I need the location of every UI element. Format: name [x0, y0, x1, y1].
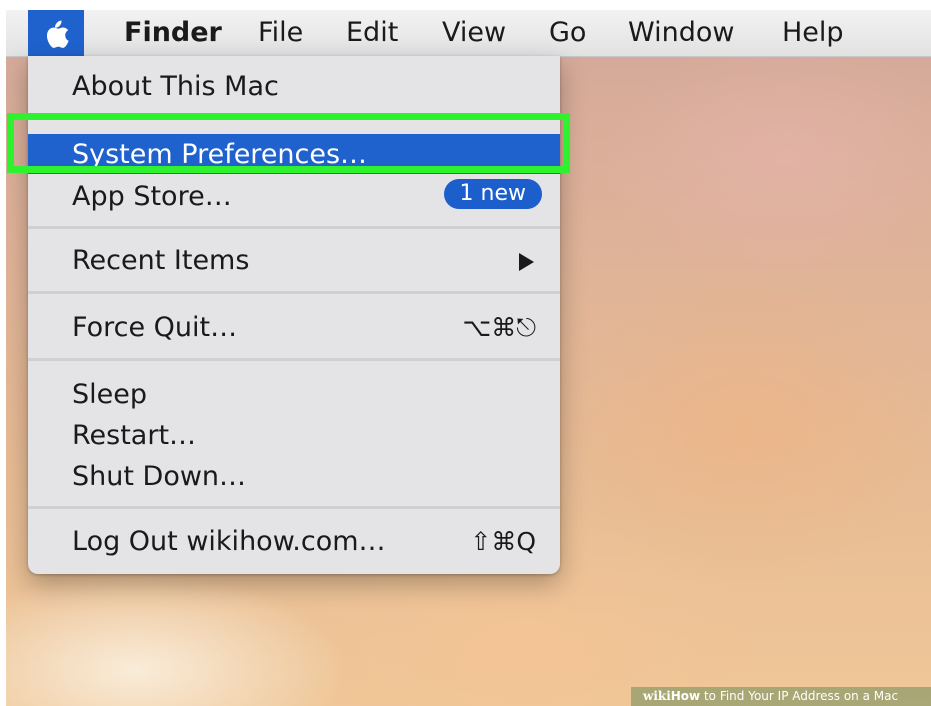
- apple-menu-button[interactable]: [28, 10, 84, 56]
- menu-item-about-this-mac[interactable]: About This Mac: [28, 66, 560, 106]
- menu-item-label: Sleep: [72, 379, 148, 410]
- menubar-go[interactable]: Go: [549, 17, 586, 48]
- menu-item-label: Shut Down…: [72, 461, 247, 492]
- menubar-edit[interactable]: Edit: [346, 17, 398, 48]
- menu-item-log-out[interactable]: Log Out wikihow.com… ⇧⌘Q: [28, 521, 560, 561]
- menu-separator: [28, 117, 560, 120]
- menu-item-sleep[interactable]: Sleep: [28, 374, 560, 414]
- menu-separator: [28, 358, 560, 361]
- apple-menu-dropdown: About This Mac System Preferences… App S…: [28, 56, 560, 574]
- menu-separator: [28, 291, 560, 294]
- menu-item-label: App Store…: [72, 181, 232, 212]
- screenshot-frame: Finder File Edit View Go Window Help Abo…: [6, 10, 931, 706]
- keyboard-shortcut: ⇧⌘Q: [470, 527, 536, 556]
- update-count-badge: 1 new: [443, 179, 542, 209]
- menu-separator: [28, 506, 560, 509]
- menu-item-label: System Preferences…: [72, 139, 368, 170]
- menu-item-system-preferences[interactable]: System Preferences…: [28, 134, 560, 174]
- menu-separator: [28, 226, 560, 229]
- watermark-wiki: wiki: [643, 689, 671, 703]
- watermark-how: How: [670, 689, 701, 703]
- menu-item-label: Restart…: [72, 420, 197, 451]
- menubar-help[interactable]: Help: [782, 17, 844, 48]
- submenu-arrow-icon: [519, 253, 534, 271]
- wikihow-watermark: wikiHow to Find Your IP Address on a Mac: [631, 687, 931, 706]
- menu-item-label: Log Out wikihow.com…: [72, 526, 386, 557]
- menu-item-shut-down[interactable]: Shut Down…: [28, 456, 560, 496]
- menubar-finder[interactable]: Finder: [124, 17, 222, 48]
- menu-item-restart[interactable]: Restart…: [28, 415, 560, 455]
- menu-item-recent-items[interactable]: Recent Items: [28, 240, 560, 280]
- menu-item-force-quit[interactable]: Force Quit… ⌥⌘⎋: [28, 307, 560, 347]
- menubar-file[interactable]: File: [258, 17, 303, 48]
- menu-bar: Finder File Edit View Go Window Help: [6, 10, 931, 57]
- menubar-window[interactable]: Window: [628, 17, 734, 48]
- apple-icon: [46, 20, 69, 48]
- menu-item-app-store[interactable]: App Store… 1 new: [28, 176, 560, 216]
- menu-item-label: Recent Items: [72, 245, 250, 276]
- menubar-view[interactable]: View: [442, 17, 506, 48]
- watermark-text: to Find Your IP Address on a Mac: [700, 689, 899, 703]
- keyboard-shortcut: ⌥⌘⎋: [462, 313, 536, 342]
- menu-item-label: About This Mac: [72, 71, 279, 102]
- menu-item-label: Force Quit…: [72, 312, 238, 343]
